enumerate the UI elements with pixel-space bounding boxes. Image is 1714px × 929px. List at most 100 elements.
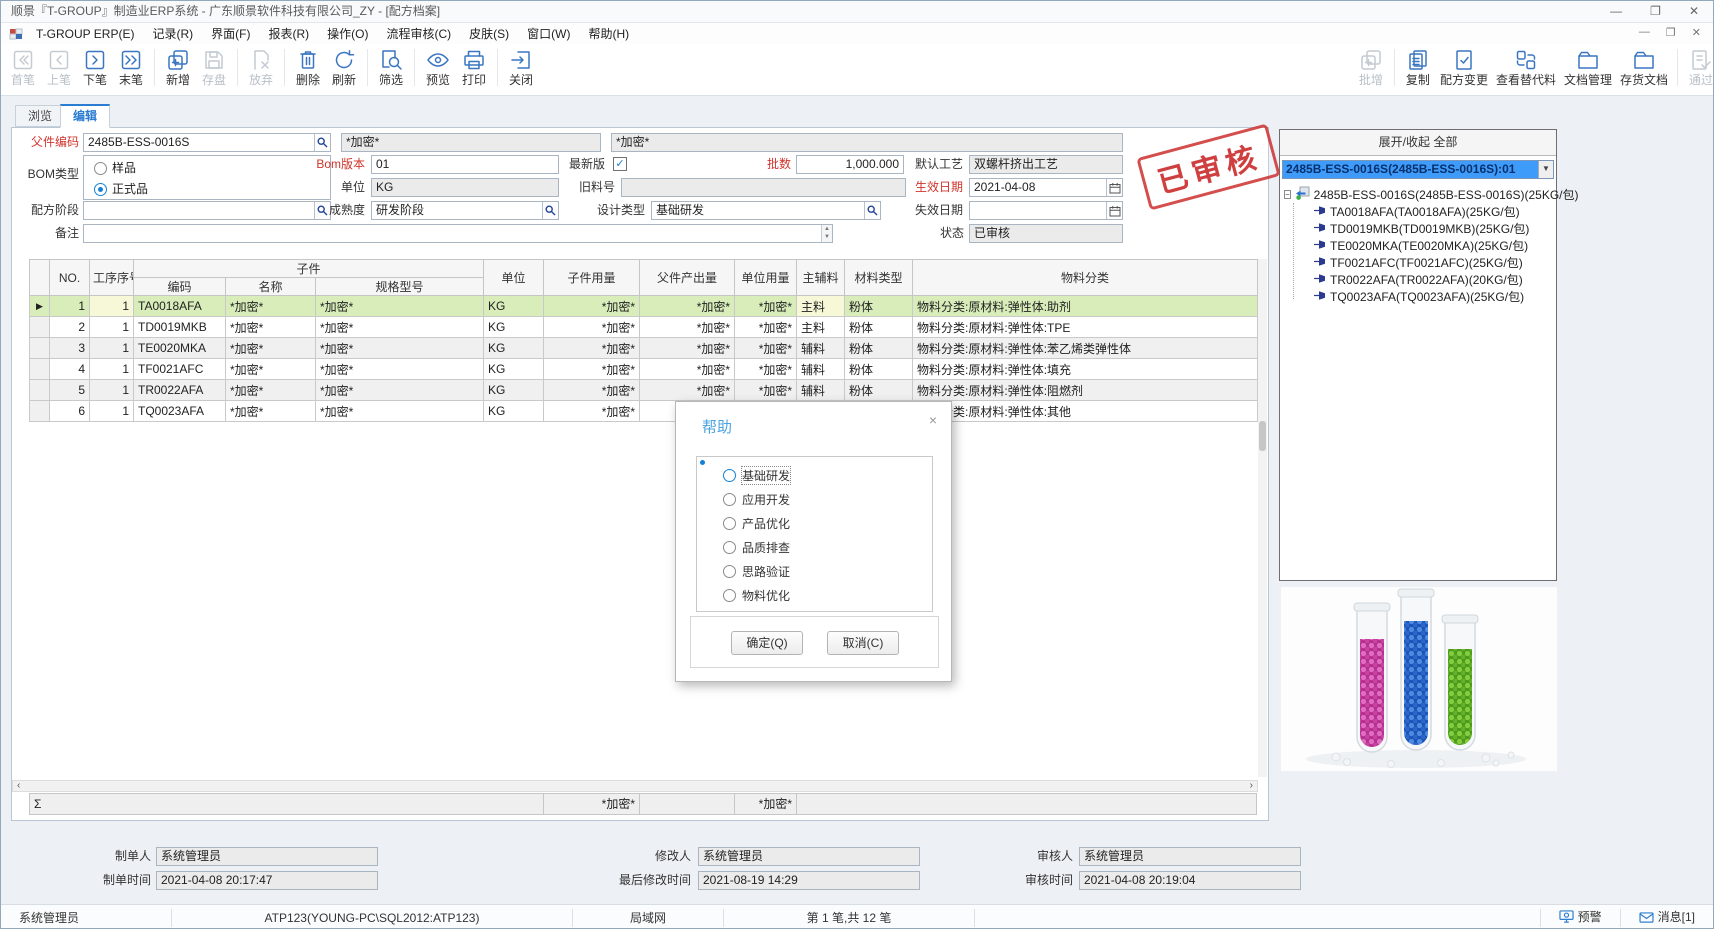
dialog-option-1[interactable]: 应用开发 (723, 487, 932, 511)
cell-main-aux[interactable]: 主料 (797, 296, 845, 317)
delete-button[interactable]: 删除 (290, 47, 326, 88)
cell-no[interactable]: 4 (50, 359, 90, 380)
maturity-field[interactable]: 研发阶段 (371, 201, 559, 220)
menu-item-1[interactable]: 记录(R) (143, 25, 202, 43)
col-code[interactable]: 编码 (134, 278, 226, 296)
preview-button[interactable]: 预览 (420, 47, 456, 88)
bom-version-field[interactable]: 01 (371, 155, 559, 174)
cell-seq[interactable]: 1 (90, 296, 134, 317)
cell-material-type[interactable]: 粉体 (845, 359, 913, 380)
tree-root-item[interactable]: −2485B-ESS-0016S(2485B-ESS-0016S)(25KG/包… (1284, 185, 1554, 203)
close-icon[interactable]: ✕ (1689, 1, 1699, 22)
cell-material-type[interactable]: 粉体 (845, 317, 913, 338)
cell-code[interactable]: TR0022AFA (134, 380, 226, 401)
cell-parent-output[interactable]: *加密* (640, 380, 735, 401)
remark-field[interactable]: ▲▼ (83, 224, 833, 243)
calendar-icon[interactable] (1106, 202, 1122, 219)
cell-ind[interactable] (30, 401, 50, 422)
cell-unit-usage[interactable]: *加密* (735, 380, 797, 401)
cell-name[interactable]: *加密* (226, 359, 316, 380)
mdi-restore-icon[interactable]: ❐ (1666, 26, 1676, 39)
table-row[interactable]: 61TQ0023AFA*加密**加密*KG*加密*物料分类:原材料:弹性体:其他 (30, 401, 1258, 422)
cell-material-type[interactable]: 粉体 (845, 380, 913, 401)
col-unit[interactable]: 单位 (484, 260, 544, 296)
maximize-icon[interactable]: ❐ (1650, 1, 1661, 22)
latest-version-checkbox[interactable]: ✓ (613, 157, 627, 171)
close-icon[interactable]: × (929, 412, 937, 428)
cell-unit-usage[interactable]: *加密* (735, 338, 797, 359)
cell-unit-usage[interactable]: *加密* (735, 317, 797, 338)
table-row[interactable]: ▶11TA0018AFA*加密**加密*KG*加密**加密**加密*主料粉体物料… (30, 296, 1258, 317)
cell-unit[interactable]: KG (484, 317, 544, 338)
col-unit-usage[interactable]: 单位用量 (735, 260, 797, 296)
menu-item-0[interactable]: T-GROUP ERP(E) (27, 25, 143, 43)
cell-qty[interactable]: *加密* (544, 296, 640, 317)
menu-item-4[interactable]: 操作(O) (318, 25, 377, 43)
cell-qty[interactable]: *加密* (544, 401, 640, 422)
cell-ind[interactable] (30, 380, 50, 401)
design-type-field[interactable]: 基础研发 (651, 201, 881, 220)
cell-parent-output[interactable]: *加密* (640, 317, 735, 338)
menu-item-5[interactable]: 流程审核(C) (377, 25, 460, 43)
tree-item-5[interactable]: TQ0023AFA(TQ0023AFA)(25KG/包) (1284, 288, 1554, 305)
filter-button[interactable]: 筛选 (373, 47, 409, 88)
print-button[interactable]: 打印 (456, 47, 492, 88)
alert-button[interactable]: 预警 (1541, 908, 1620, 927)
tree-item-4[interactable]: TR0022AFA(TR0022AFA)(20KG/包) (1284, 271, 1554, 288)
cell-no[interactable]: 1 (50, 296, 90, 317)
horizontal-scrollbar[interactable]: ‹ › (12, 780, 1258, 792)
doc-manage-button[interactable]: 文档管理 (1560, 47, 1616, 88)
radio-sample[interactable]: 样品 (94, 160, 136, 177)
cell-name[interactable]: *加密* (226, 317, 316, 338)
lookup-icon[interactable] (314, 134, 330, 151)
collapse-icon[interactable]: − (1284, 190, 1291, 199)
cell-main-aux[interactable]: 辅料 (797, 338, 845, 359)
expand-collapse-all-button[interactable]: 展开/收起 全部 (1280, 130, 1556, 156)
substitute-button[interactable]: 查看替代料 (1492, 47, 1560, 88)
cell-name[interactable]: *加密* (226, 401, 316, 422)
cell-code[interactable]: TE0020MKA (134, 338, 226, 359)
col-parent-output[interactable]: 父件产出量 (640, 260, 735, 296)
cell-ind[interactable]: ▶ (30, 296, 50, 317)
dialog-option-0[interactable]: 基础研发 (723, 463, 932, 487)
cell-code[interactable]: TD0019MKB (134, 317, 226, 338)
cell-code[interactable]: TA0018AFA (134, 296, 226, 317)
cell-ind[interactable] (30, 317, 50, 338)
mdi-minimize-icon[interactable]: — (1639, 26, 1650, 39)
col-material-type[interactable]: 材料类型 (845, 260, 913, 296)
refresh-button[interactable]: 刷新 (326, 47, 362, 88)
cell-no[interactable]: 6 (50, 401, 90, 422)
cell-no[interactable]: 2 (50, 317, 90, 338)
cell-seq[interactable]: 1 (90, 317, 134, 338)
stock-doc-button[interactable]: 存货文档 (1616, 47, 1672, 88)
dialog-option-2[interactable]: 产品优化 (723, 511, 932, 535)
cell-unit[interactable]: KG (484, 380, 544, 401)
cell-main-aux[interactable]: 辅料 (797, 380, 845, 401)
cell-parent-output[interactable]: *加密* (640, 296, 735, 317)
cell-name[interactable]: *加密* (226, 296, 316, 317)
cancel-button[interactable]: 取消(C) (827, 631, 899, 655)
expire-date-field[interactable] (969, 201, 1123, 220)
cell-parent-output[interactable]: *加密* (640, 359, 735, 380)
cell-spec[interactable]: *加密* (316, 338, 484, 359)
vertical-scrollbar[interactable] (1258, 259, 1267, 777)
cell-category[interactable]: 物料分类:原材料:弹性体:阻燃剂 (913, 380, 1258, 401)
ok-button[interactable]: 确定(Q) (731, 631, 803, 655)
cell-unit-usage[interactable]: *加密* (735, 296, 797, 317)
cell-category[interactable]: 物料分类:原材料:弹性体:填充 (913, 359, 1258, 380)
cell-no[interactable]: 5 (50, 380, 90, 401)
col-no[interactable]: NO. (50, 260, 90, 296)
dialog-option-3[interactable]: 品质排查 (723, 535, 932, 559)
cell-unit-usage[interactable]: *加密* (735, 359, 797, 380)
chevron-down-icon[interactable]: ▼ (1538, 161, 1553, 178)
cell-ind[interactable] (30, 359, 50, 380)
cell-name[interactable]: *加密* (226, 338, 316, 359)
exit-button[interactable]: 关闭 (503, 47, 539, 88)
tree-item-1[interactable]: TD0019MKB(TD0019MKB)(25KG/包) (1284, 220, 1554, 237)
radio-formal[interactable]: 正式品 (94, 181, 148, 198)
menu-item-6[interactable]: 皮肤(S) (460, 25, 518, 43)
cell-category[interactable]: 物料分类:原材料:弹性体:其他 (913, 401, 1258, 422)
col-name[interactable]: 名称 (226, 278, 316, 296)
tree-item-2[interactable]: TE0020MKA(TE0020MKA)(25KG/包) (1284, 237, 1554, 254)
scroll-right-icon[interactable]: › (1246, 781, 1257, 791)
